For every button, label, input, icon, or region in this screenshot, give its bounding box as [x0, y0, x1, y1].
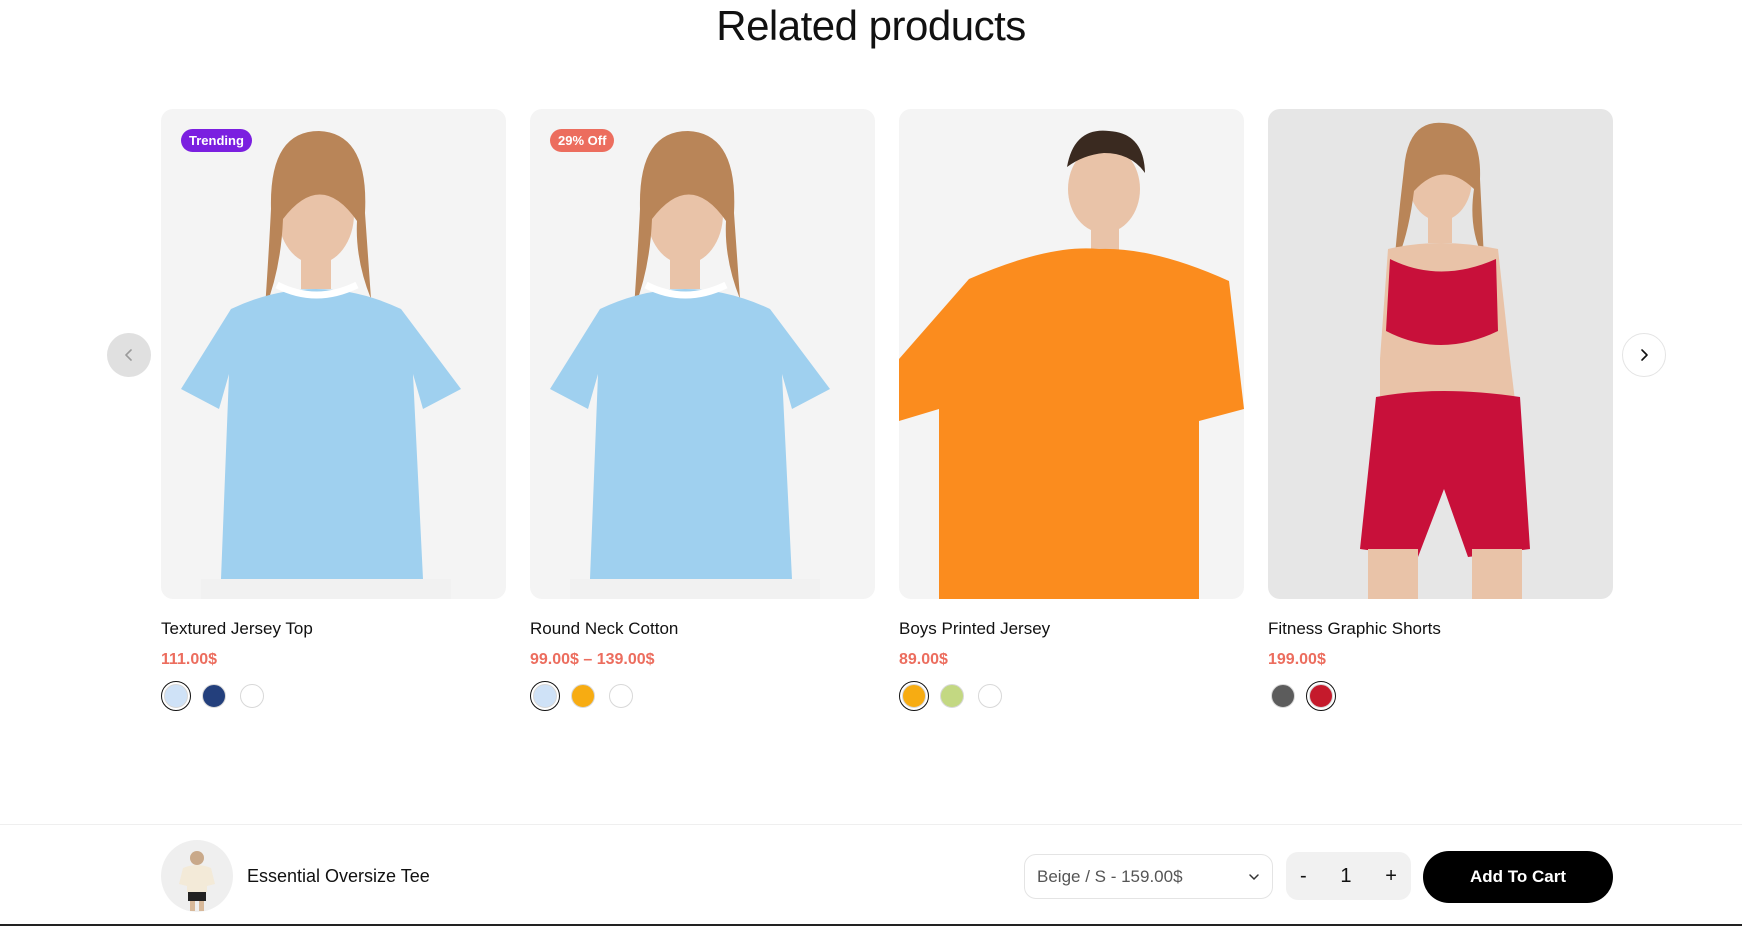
color-swatches — [1268, 681, 1613, 711]
color-swatch-dot — [978, 684, 1002, 708]
add-to-cart-button[interactable]: Add To Cart — [1423, 851, 1613, 903]
color-swatch[interactable] — [975, 681, 1005, 711]
quantity-increase-button[interactable]: + — [1385, 865, 1397, 888]
color-swatch-dot — [533, 684, 557, 708]
product-name[interactable]: Textured Jersey Top — [161, 619, 506, 639]
chevron-down-icon — [1249, 873, 1259, 880]
product-photo — [899, 130, 1244, 599]
product-price: 89.00$ — [899, 651, 948, 668]
product-image[interactable]: Trending — [161, 109, 506, 599]
product-badge: Trending — [181, 129, 252, 152]
product-card[interactable]: 29% Off Round Neck Cotton 99.00$ – 139.00$ — [530, 109, 875, 711]
sticky-product-name: Essential Oversize Tee — [247, 866, 430, 886]
color-swatch-dot — [240, 684, 264, 708]
carousel-next-button[interactable] — [1622, 333, 1666, 377]
quantity-decrease-button[interactable]: - — [1300, 865, 1307, 888]
color-swatch-dot — [571, 684, 595, 708]
color-swatch[interactable] — [937, 681, 967, 711]
product-name[interactable]: Boys Printed Jersey — [899, 619, 1244, 639]
product-price: 99.00$ – 139.00$ — [530, 651, 655, 668]
color-swatch[interactable] — [568, 681, 598, 711]
product-card[interactable]: Boys Printed Jersey 89.00$ — [899, 109, 1244, 711]
sticky-add-to-cart-bar: Essential Oversize Tee Beige / S - 159.0… — [0, 824, 1742, 926]
carousel-prev-button[interactable] — [107, 333, 151, 377]
quantity-value[interactable]: 1 — [1340, 865, 1351, 888]
color-swatches — [530, 681, 875, 711]
product-photo — [181, 131, 461, 599]
color-swatch[interactable] — [1268, 681, 1298, 711]
product-card[interactable]: Fitness Graphic Shorts 199.00$ — [1268, 109, 1613, 711]
product-card[interactable]: Trending Textured Jersey Top 111.00$ — [161, 109, 506, 711]
product-price: 199.00$ — [1268, 651, 1326, 668]
chevron-left-icon — [125, 349, 132, 361]
variant-select[interactable]: Beige / S - 159.00$ — [1024, 854, 1273, 899]
color-swatch[interactable] — [606, 681, 636, 711]
product-image[interactable] — [899, 109, 1244, 599]
color-swatch-dot — [940, 684, 964, 708]
product-badge: 29% Off — [550, 129, 615, 152]
color-swatches — [161, 681, 506, 711]
color-swatch-dot — [609, 684, 633, 708]
color-swatch-dot — [164, 684, 188, 708]
color-swatch[interactable] — [899, 681, 929, 711]
color-swatch-dot — [1309, 684, 1333, 708]
color-swatch[interactable] — [199, 681, 229, 711]
color-swatch[interactable] — [1306, 681, 1336, 711]
variant-select-value: Beige / S - 159.00$ — [1037, 866, 1183, 886]
color-swatch-dot — [202, 684, 226, 708]
sticky-product-thumbnail — [161, 840, 233, 912]
product-image[interactable]: 29% Off — [530, 109, 875, 599]
color-swatch-dot — [902, 684, 926, 708]
color-swatch[interactable] — [530, 681, 560, 711]
color-swatch-dot — [1271, 684, 1295, 708]
color-swatch[interactable] — [237, 681, 267, 711]
product-name[interactable]: Round Neck Cotton — [530, 619, 875, 639]
color-swatches — [899, 681, 1244, 711]
quantity-stepper: - 1 + — [1286, 852, 1411, 900]
product-photo — [550, 131, 830, 599]
product-price: 111.00$ — [161, 651, 218, 668]
chevron-right-icon — [1641, 349, 1648, 361]
product-photo — [1360, 122, 1530, 599]
section-title: Related products — [716, 2, 1026, 49]
color-swatch[interactable] — [161, 681, 191, 711]
product-name[interactable]: Fitness Graphic Shorts — [1268, 619, 1613, 639]
product-image[interactable] — [1268, 109, 1613, 599]
